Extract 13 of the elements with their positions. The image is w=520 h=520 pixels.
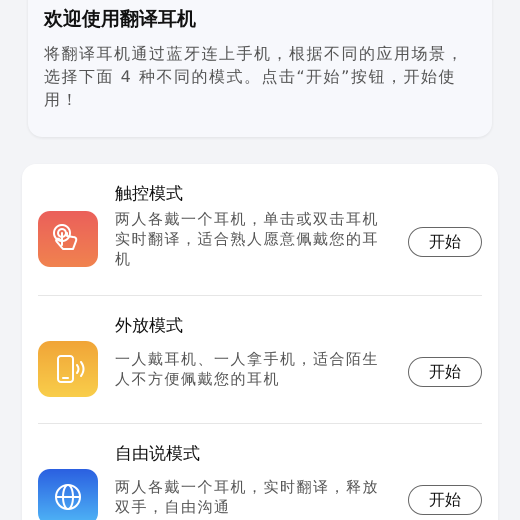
start-button[interactable]: 开始 [408, 227, 482, 257]
phone-sound-icon [38, 341, 98, 397]
intro-text: 将翻译耳机通过蓝牙连上手机，根据不同的应用场景，选择下面 4 种不同的模式。点击“开始”按钮，开始使用！ [44, 43, 465, 111]
mode-description: 两人各戴一个耳机，实时翻译，释放双手，自由沟通 [115, 477, 380, 517]
mode-title: 外放模式 [115, 315, 184, 337]
mode-title: 自由说模式 [115, 443, 201, 465]
tap-hand-icon [38, 211, 98, 267]
intro-title: 欢迎使用翻译耳机 [44, 7, 197, 32]
mode-description: 两人各戴一个耳机，单击或双击耳机实时翻译，适合熟人愿意佩戴您的耳机 [115, 209, 380, 269]
mode-description: 一人戴耳机、一人拿手机，适合陌生人不方便佩戴您的耳机 [115, 349, 380, 389]
start-button[interactable]: 开始 [408, 357, 482, 387]
mode-title: 触控模式 [115, 183, 184, 205]
start-button[interactable]: 开始 [408, 485, 482, 515]
